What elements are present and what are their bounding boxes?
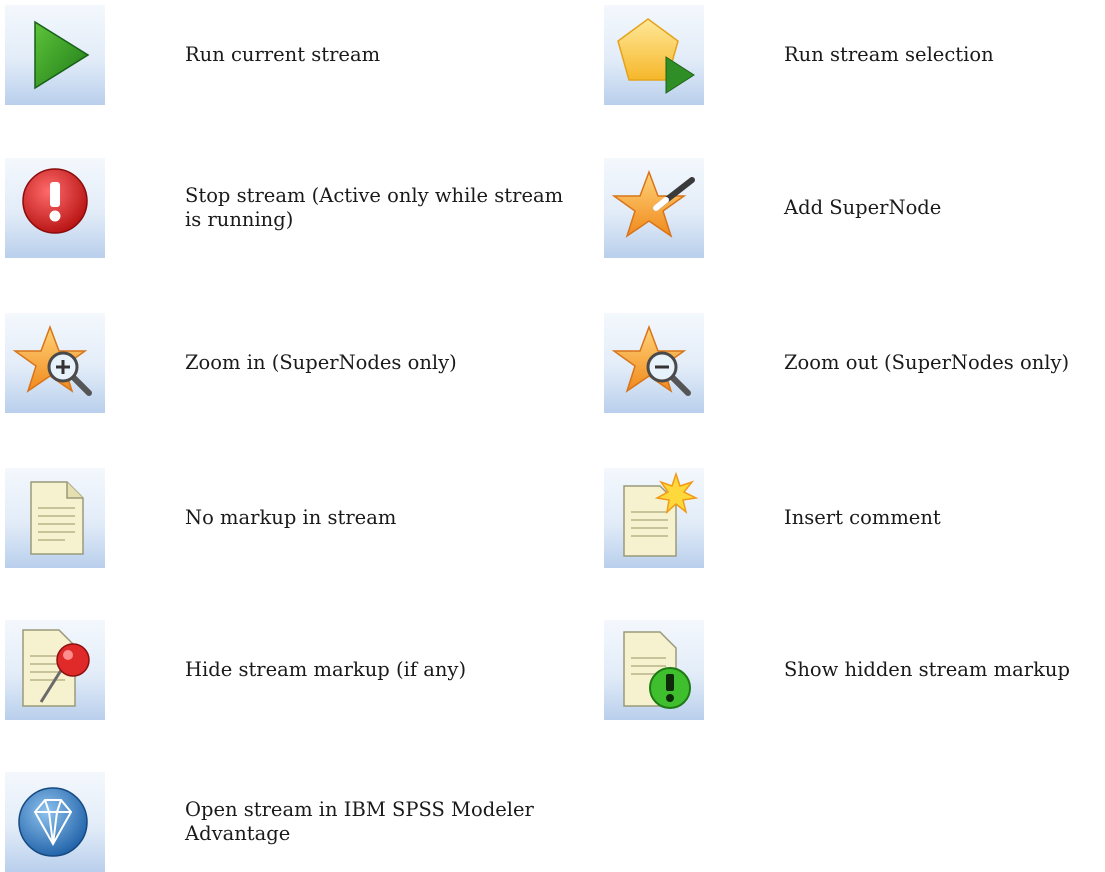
- item-label: Stop stream (Active only while stream is…: [185, 184, 564, 231]
- item-label: Zoom in (SuperNodes only): [185, 351, 457, 374]
- toolbar-item-modeler-advantage: Open stream in IBM SPSS Modeler Advantag…: [5, 772, 565, 872]
- item-label: Insert comment: [784, 506, 941, 529]
- toolbar-item-show-hidden-markup: Show hidden stream markup: [604, 620, 1070, 720]
- stop-stream-icon: [5, 158, 105, 258]
- toolbar-item-insert-comment: Insert comment: [604, 468, 941, 568]
- add-supernode-icon: [604, 158, 704, 258]
- toolbar-item-hide-markup: Hide stream markup (if any): [5, 620, 466, 720]
- toolbar-item-add-supernode: Add SuperNode: [604, 158, 941, 258]
- zoom-out-icon: [604, 313, 704, 413]
- item-label: Open stream in IBM SPSS Modeler Advantag…: [185, 798, 534, 845]
- toolbar-item-zoom-in: Zoom in (SuperNodes only): [5, 313, 457, 413]
- item-label: No markup in stream: [185, 506, 397, 529]
- item-label: Run current stream: [185, 43, 381, 66]
- item-label: Zoom out (SuperNodes only): [784, 351, 1070, 374]
- run-selection-icon: [604, 5, 704, 105]
- no-markup-icon: [5, 468, 105, 568]
- run-stream-icon: [5, 5, 105, 105]
- toolbar-item-stop-stream: Stop stream (Active only while stream is…: [5, 158, 565, 258]
- toolbar-item-run-stream: Run current stream: [5, 5, 380, 105]
- show-hidden-markup-icon: [604, 620, 704, 720]
- hide-markup-icon: [5, 620, 105, 720]
- item-label: Hide stream markup (if any): [185, 658, 467, 681]
- item-label: Add SuperNode: [784, 196, 942, 219]
- modeler-advantage-icon: [5, 772, 105, 872]
- item-label: Run stream selection: [784, 43, 994, 66]
- insert-comment-icon: [604, 468, 704, 568]
- toolbar-item-zoom-out: Zoom out (SuperNodes only): [604, 313, 1069, 413]
- toolbar-item-no-markup: No markup in stream: [5, 468, 396, 568]
- item-label: Show hidden stream markup: [784, 658, 1070, 681]
- toolbar-item-run-selection: Run stream selection: [604, 5, 994, 105]
- zoom-in-icon: [5, 313, 105, 413]
